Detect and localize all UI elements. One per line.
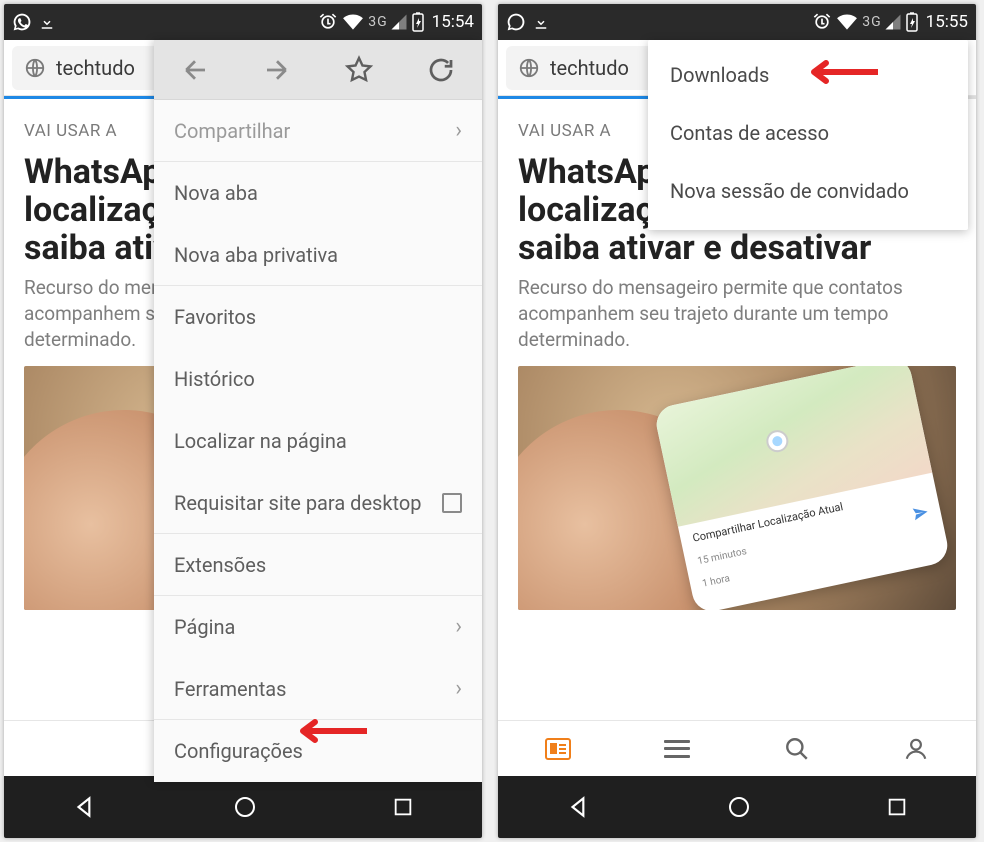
nav-news-icon[interactable] <box>543 734 573 764</box>
menu-page[interactable]: Página › <box>154 596 482 658</box>
battery-icon <box>412 12 424 32</box>
download-notification-icon <box>532 13 550 31</box>
url-text: techtudo <box>56 56 135 80</box>
menu-find-label: Localizar na página <box>174 429 347 453</box>
nav-profile-icon[interactable] <box>901 734 931 764</box>
menu-page-label: Página <box>174 615 235 639</box>
submenu-guest-label: Nova sessão de convidado <box>670 179 909 203</box>
menu-tools[interactable]: Ferramentas › <box>154 658 482 720</box>
menu-history[interactable]: Histórico <box>154 348 482 410</box>
article-subhead: Recurso do mensageiro permite que contat… <box>498 275 976 366</box>
nav-home-icon[interactable] <box>727 795 751 819</box>
status-left <box>506 12 550 32</box>
menu-extensions-label: Extensões <box>174 553 266 577</box>
battery-icon <box>906 12 918 32</box>
menu-desktop-site-label: Requisitar site para desktop <box>174 491 422 515</box>
nav-recent-icon[interactable] <box>886 796 908 818</box>
menu-desktop-site[interactable]: Requisitar site para desktop <box>154 472 482 534</box>
map-time-1: 15 minutos <box>697 546 748 567</box>
article-hero-image: Compartilhar Localização Atual 15 minuto… <box>518 366 956 610</box>
alarm-icon <box>318 12 338 32</box>
menu-extensions[interactable]: Extensões <box>154 534 482 596</box>
status-bar: 3G 15:54 <box>4 4 482 40</box>
send-icon <box>911 504 931 526</box>
menu-history-label: Histórico <box>174 367 255 391</box>
menu-toolbar <box>154 40 482 100</box>
phone-left: 3G 15:54 techtudo VAI USAR A WhatsApp li… <box>4 4 482 838</box>
checkbox-unchecked-icon[interactable] <box>442 493 462 513</box>
wifi-icon <box>836 13 858 31</box>
annotation-arrow-tools <box>289 717 367 745</box>
whatsapp-notification-icon <box>506 12 526 32</box>
submenu-accounts-label: Contas de acesso <box>670 121 829 145</box>
menu-settings-label: Configurações <box>174 739 303 763</box>
menu-favorites[interactable]: Favoritos <box>154 286 482 348</box>
alarm-icon <box>812 12 832 32</box>
nav-home-icon[interactable] <box>233 795 257 819</box>
status-bar: 3G 15:55 <box>498 4 976 40</box>
map-time-2: 1 hora <box>701 573 731 590</box>
chevron-right-icon: › <box>455 118 462 143</box>
chevron-right-icon: › <box>455 614 462 639</box>
signal-icon <box>884 13 902 31</box>
menu-new-tab-label: Nova aba <box>174 181 258 205</box>
submenu-guest[interactable]: Nova sessão de convidado <box>648 162 968 220</box>
globe-icon <box>518 57 540 79</box>
menu-reload-icon[interactable] <box>422 51 460 89</box>
menu-find[interactable]: Localizar na página <box>154 410 482 472</box>
submenu-accounts[interactable]: Contas de acesso <box>648 104 968 162</box>
nav-back-icon[interactable] <box>566 794 592 820</box>
menu-tools-label: Ferramentas <box>174 677 286 701</box>
url-text: techtudo <box>550 56 629 80</box>
network-label: 3G <box>862 14 881 30</box>
wifi-icon <box>342 13 364 31</box>
menu-forward-icon[interactable] <box>258 51 296 89</box>
url-field[interactable]: techtudo <box>506 46 656 90</box>
nav-recent-icon[interactable] <box>392 796 414 818</box>
phone-right: 3G 15:55 techtudo VAI USAR A WhatsApp li… <box>498 4 976 838</box>
android-nav <box>4 776 482 838</box>
globe-icon <box>24 57 46 79</box>
chevron-right-icon: › <box>455 676 462 701</box>
menu-favorites-label: Favoritos <box>174 305 256 329</box>
network-label: 3G <box>368 14 387 30</box>
url-field[interactable]: techtudo <box>12 46 162 90</box>
android-nav <box>498 776 976 838</box>
menu-list: Compartilhar › Nova aba Nova aba privati… <box>154 100 482 782</box>
clock: 15:54 <box>432 12 474 32</box>
app-bottom-nav <box>498 720 976 776</box>
overflow-menu: Compartilhar › Nova aba Nova aba privati… <box>154 40 482 782</box>
nav-back-icon[interactable] <box>72 794 98 820</box>
status-right: 3G 15:54 <box>318 12 474 32</box>
status-left <box>12 12 56 32</box>
menu-new-tab[interactable]: Nova aba <box>154 162 482 224</box>
status-right: 3G 15:55 <box>812 12 968 32</box>
submenu-downloads-label: Downloads <box>670 63 769 87</box>
whatsapp-notification-icon <box>12 12 32 32</box>
menu-share-label: Compartilhar <box>174 119 290 143</box>
menu-back-icon[interactable] <box>176 51 214 89</box>
menu-new-private[interactable]: Nova aba privativa <box>154 224 482 286</box>
signal-icon <box>390 13 408 31</box>
menu-share[interactable]: Compartilhar › <box>154 100 482 162</box>
annotation-arrow-downloads <box>800 58 878 86</box>
download-notification-icon <box>38 13 56 31</box>
menu-new-private-label: Nova aba privativa <box>174 243 338 267</box>
menu-star-icon[interactable] <box>340 51 378 89</box>
nav-menu-icon[interactable] <box>662 734 692 764</box>
nav-search-icon[interactable] <box>782 734 812 764</box>
clock: 15:55 <box>926 12 968 32</box>
